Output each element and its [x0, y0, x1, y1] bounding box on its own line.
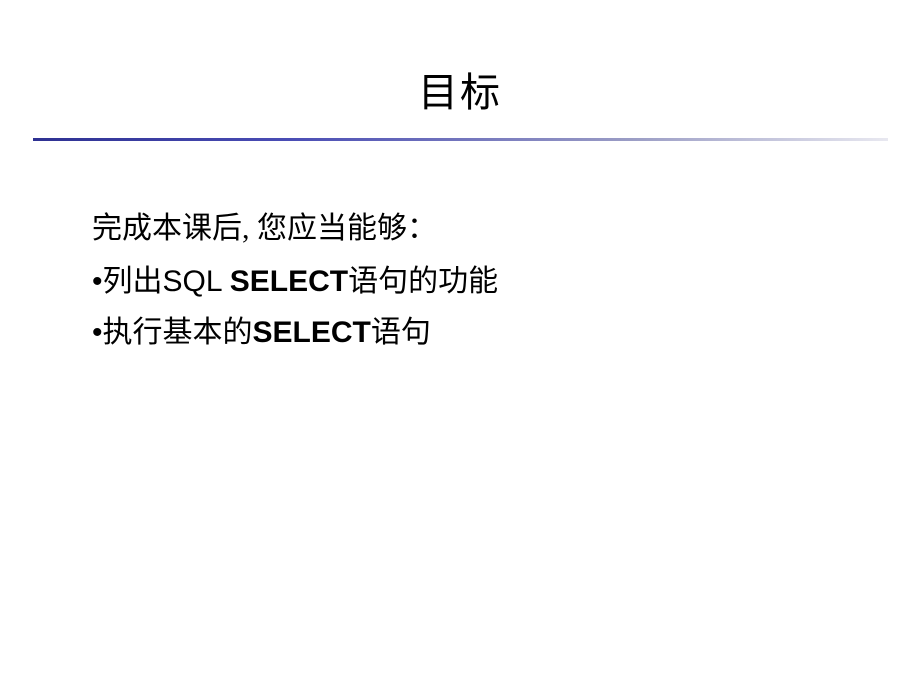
sql-label: SQL	[163, 265, 230, 298]
slide-title: 目标	[0, 0, 920, 138]
presentation-slide: 目标 完成本课后, 您应当能够： •列出SQL SELECT语句的功能 •执行基…	[0, 0, 920, 690]
bullet-text-part2: 语句的功能	[348, 265, 498, 298]
slide-content: 完成本课后, 您应当能够： •列出SQL SELECT语句的功能 •执行基本的S…	[0, 206, 920, 355]
select-keyword: SELECT	[230, 265, 348, 298]
bullet-marker: •	[92, 265, 103, 298]
bullet-text-part2: 语句	[371, 316, 431, 349]
select-keyword: SELECT	[253, 316, 371, 349]
intro-text: 完成本课后, 您应当能够：	[92, 206, 860, 251]
bullet-text-part1: 列出	[103, 265, 163, 298]
bullet-marker: •	[92, 316, 103, 349]
bullet-text-part1: 执行基本的	[103, 316, 253, 349]
title-divider	[33, 138, 888, 141]
bullet-item-2: •执行基本的SELECT语句	[92, 310, 860, 355]
bullet-item-1: •列出SQL SELECT语句的功能	[92, 259, 860, 304]
